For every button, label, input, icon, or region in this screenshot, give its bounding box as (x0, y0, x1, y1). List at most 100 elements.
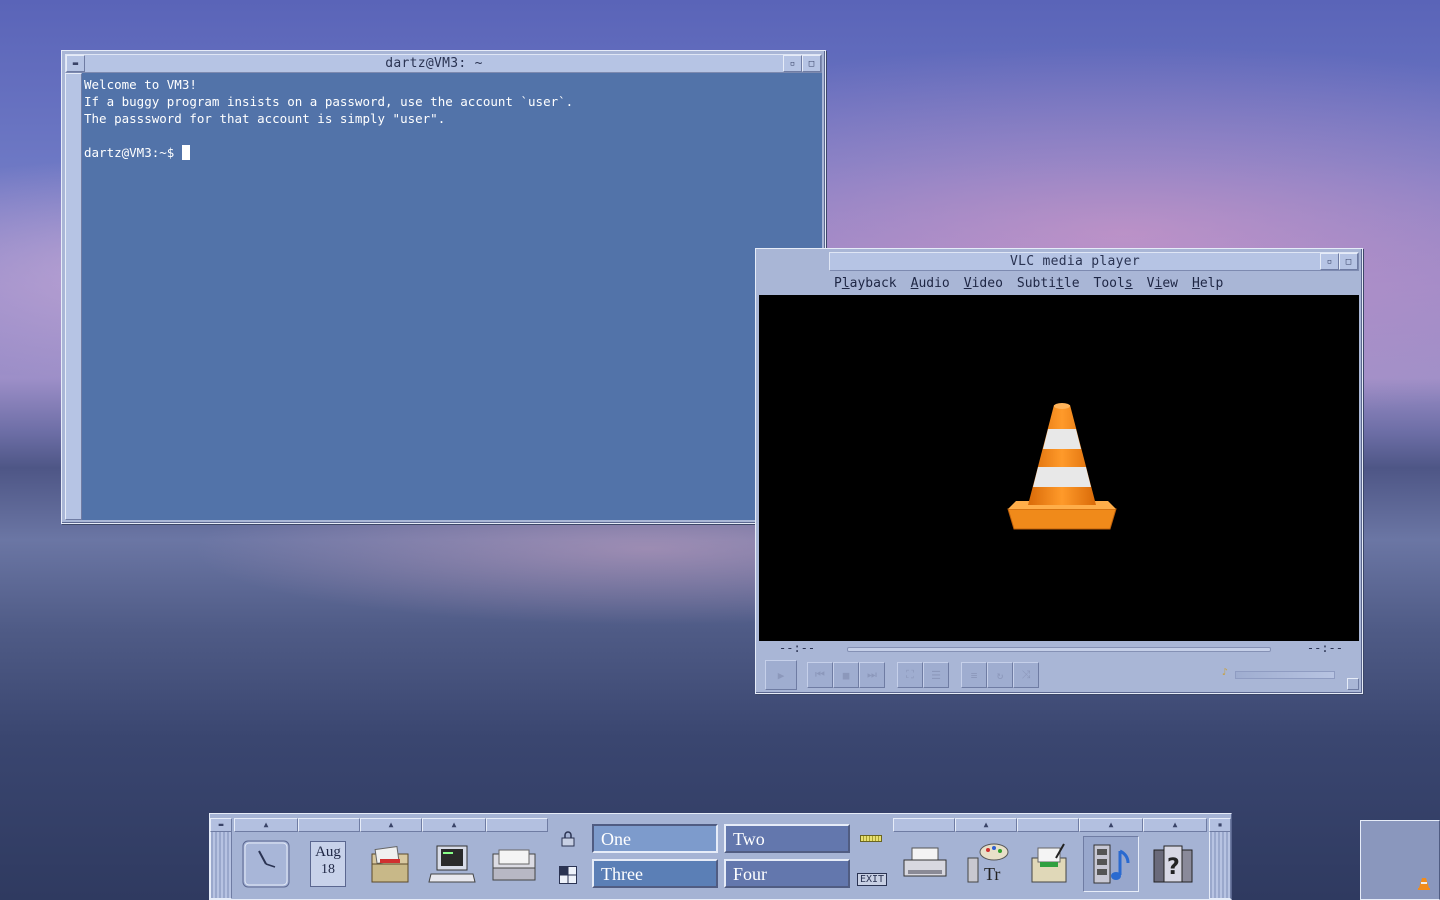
terminal-launcher-slot[interactable] (424, 836, 480, 892)
shuffle-button[interactable]: ⤨ (1013, 662, 1039, 688)
minimize-button[interactable]: ▫ (1320, 253, 1339, 270)
maximize-icon: □ (1345, 256, 1352, 267)
fullscreen-icon: ⛶ (906, 668, 914, 681)
svg-text:?: ? (1167, 855, 1180, 880)
vlc-cone-icon (1418, 878, 1430, 890)
vlc-titlebar[interactable]: VLC media player ▫ □ (829, 252, 1359, 271)
workspace-manager-button[interactable] (558, 865, 578, 885)
subpanel-arrow[interactable] (1017, 818, 1079, 832)
subpanel-arrow[interactable]: ▲ (422, 818, 486, 832)
menu-video[interactable]: Video (959, 276, 1012, 291)
loop-button[interactable]: ↻ (987, 662, 1013, 688)
calendar-day: 18 (321, 862, 335, 877)
video-area[interactable] (759, 295, 1359, 641)
mailer-slot[interactable] (486, 836, 542, 892)
media-player-icon (1093, 844, 1130, 884)
front-panel: ▬ ▪ ▲ ▲ ▲ Aug 18 One Two Three Four EXIT… (209, 813, 1232, 900)
file-manager-slot[interactable] (362, 836, 418, 892)
vlc-title: VLC media player (1009, 254, 1141, 269)
up-arrow-icon: ▲ (1172, 820, 1178, 829)
svg-text:Tr: Tr (984, 864, 1000, 884)
maximize-button[interactable]: □ (1339, 253, 1358, 270)
maximize-button[interactable]: □ (802, 55, 821, 72)
up-arrow-icon: ▲ (451, 820, 457, 829)
fullscreen-button[interactable]: ⛶ (897, 662, 923, 688)
menu-help[interactable]: Help (1187, 276, 1232, 291)
calendar-slot[interactable]: Aug 18 (300, 836, 356, 892)
terminal-titlebar[interactable]: ▬ dartz@VM3: ~ ▫ □ (65, 54, 822, 73)
playback-controls: ▶ ⏮ ■ ⏭ ⛶ ☰ ≡ ↻ ⤨ ♪ (759, 657, 1359, 692)
panel-menu-button[interactable]: ▪ (1209, 818, 1231, 832)
terminal-window[interactable]: ▬ dartz@VM3: ~ ▫ □ Welcome to VM3! If a b… (61, 50, 826, 524)
subpanel-arrow[interactable] (893, 818, 955, 832)
subpanel-arrow[interactable] (486, 818, 548, 832)
stop-button[interactable]: ■ (833, 662, 859, 688)
help-slot[interactable]: ? (1145, 836, 1201, 892)
terminal-prompt-line: dartz@VM3:~$ (84, 144, 820, 161)
vlc-window[interactable]: VLC media player ▫ □ Playback Audio Vide… (755, 248, 1363, 694)
play-icon: ▶ (777, 668, 785, 682)
text-cursor (181, 145, 190, 160)
printer-slot[interactable] (897, 836, 953, 892)
panel-minimize-button[interactable]: ▬ (210, 818, 232, 832)
clock-slot[interactable] (238, 836, 294, 892)
menu-tools[interactable]: Tools (1089, 276, 1142, 291)
calendar-month: Aug (315, 844, 341, 860)
clock-icon (242, 840, 290, 888)
vlc-cone-icon (1007, 403, 1117, 530)
total-time: --:-- (1306, 641, 1343, 655)
terminal-screen[interactable]: Welcome to VM3! If a buggy program insist… (82, 73, 822, 520)
workspace-four-button[interactable]: Four (724, 859, 850, 888)
exit-button[interactable]: EXIT (856, 869, 888, 889)
media-player-slot[interactable] (1083, 836, 1139, 892)
vlc-menubar: Playback Audio Video Subtitle Tools View… (829, 271, 1359, 295)
play-button[interactable]: ▶ (765, 660, 797, 690)
busy-light-icon (860, 834, 882, 842)
subpanel-arrow[interactable]: ▲ (1079, 818, 1143, 832)
workspace-two-button[interactable]: Two (724, 824, 850, 853)
next-button[interactable]: ⏭ (859, 662, 885, 688)
terminal-line: Welcome to VM3! (84, 77, 197, 92)
busy-indicator (858, 832, 884, 844)
workspace-three-button[interactable]: Three (592, 859, 718, 888)
up-arrow-icon: ▲ (388, 820, 394, 829)
subpanel-arrow[interactable] (298, 818, 360, 832)
menu-audio[interactable]: Audio (906, 276, 959, 291)
style-manager-icon: Tr (967, 843, 1009, 884)
playlist-button[interactable]: ≡ (961, 662, 987, 688)
maximize-icon: □ (808, 58, 815, 69)
terminal-prompt: dartz@VM3:~$ (84, 145, 182, 160)
computer-icon (428, 845, 476, 883)
stop-icon: ■ (842, 668, 850, 682)
previous-button[interactable]: ⏮ (807, 662, 833, 688)
menu-subtitle[interactable]: Subtitle (1012, 276, 1089, 291)
previous-icon: ⏮ (815, 668, 825, 681)
help-books-icon: ? (1153, 845, 1193, 883)
menu-playback[interactable]: Playback (829, 276, 906, 291)
subpanel-arrow[interactable]: ▲ (360, 818, 422, 832)
seek-slider[interactable] (847, 647, 1271, 652)
menu-view[interactable]: View (1142, 276, 1187, 291)
dot-icon: ▪ (1217, 820, 1223, 829)
workspace-one-button[interactable]: One (592, 824, 718, 853)
subpanel-arrow[interactable]: ▲ (1143, 818, 1207, 832)
style-manager-slot[interactable]: Tr (959, 836, 1015, 892)
file-manager-icon (371, 845, 409, 883)
subpanel-arrow[interactable]: ▲ (234, 818, 298, 832)
extended-settings-button[interactable]: ☰ (923, 662, 949, 688)
text-editor-icon (1031, 843, 1067, 883)
seek-area: --:-- --:-- (759, 641, 1359, 657)
terminal-scrollbar[interactable] (65, 73, 82, 520)
minimized-vlc-icon[interactable] (1360, 820, 1440, 900)
dash-icon: ▬ (72, 58, 79, 69)
subpanel-arrow[interactable]: ▲ (955, 818, 1017, 832)
resize-handle[interactable] (1347, 678, 1359, 690)
window-menu-button[interactable]: ▬ (66, 55, 85, 72)
lock-screen-button[interactable] (558, 830, 578, 848)
volume-slider[interactable]: ♪ (1222, 667, 1335, 679)
minimize-button[interactable]: ▫ (783, 55, 802, 72)
minimize-icon: ▬ (218, 820, 224, 829)
workspace-grid-icon (559, 866, 577, 884)
text-editor-slot[interactable] (1021, 836, 1077, 892)
